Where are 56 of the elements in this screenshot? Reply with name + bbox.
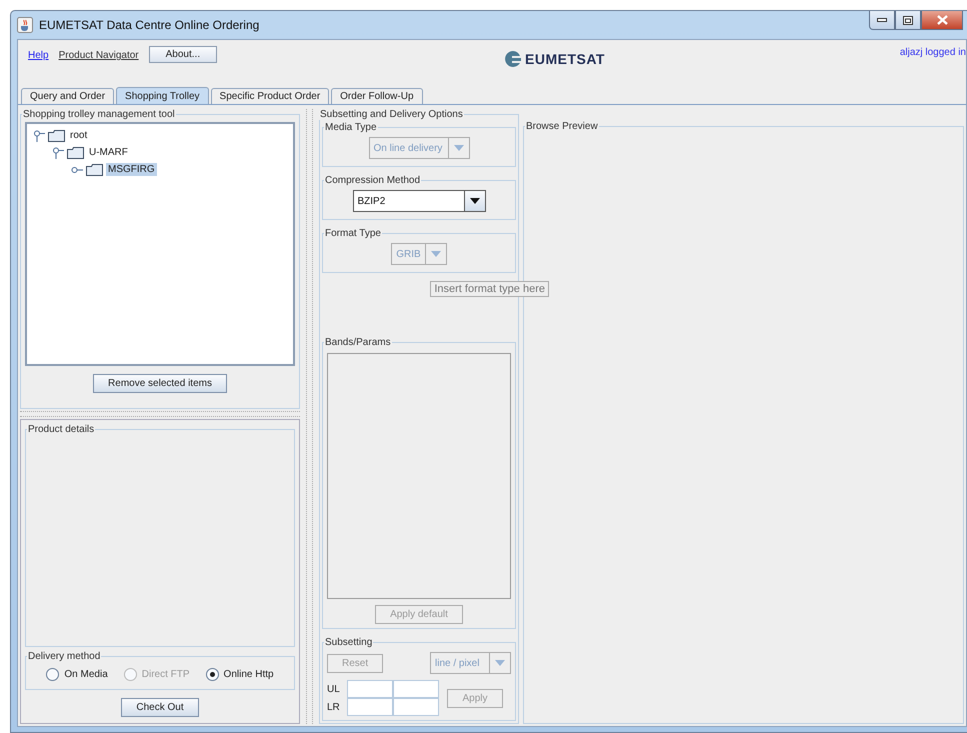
tab[interactable]: Order Follow-Up bbox=[331, 88, 423, 104]
splitter-handle[interactable] bbox=[20, 411, 300, 417]
delivery-radio[interactable]: Online Http bbox=[206, 668, 274, 681]
delivery-radio[interactable]: On Media bbox=[46, 668, 108, 681]
close-icon bbox=[936, 15, 948, 25]
tooltip: Insert format type here bbox=[430, 281, 549, 297]
tab[interactable]: Shopping Trolley bbox=[116, 87, 209, 104]
remove-button[interactable]: Remove selected items bbox=[93, 374, 227, 393]
expanded-handle-icon[interactable] bbox=[52, 146, 64, 158]
radio-icon[interactable] bbox=[46, 668, 60, 681]
folder-icon bbox=[48, 130, 65, 142]
compression-dropdown[interactable]: BZIP2 bbox=[352, 190, 486, 212]
corner-label: LR bbox=[327, 702, 341, 712]
folder-icon bbox=[86, 164, 103, 176]
group-title: Bands/Params bbox=[324, 337, 392, 348]
maximize-button[interactable] bbox=[895, 11, 921, 30]
panel-title: Subsetting and Delivery Options bbox=[319, 109, 464, 120]
splitter-handle[interactable] bbox=[306, 109, 313, 724]
coordinate-field[interactable] bbox=[347, 680, 393, 698]
panel-title: Product details bbox=[27, 424, 96, 435]
group-title: Format Type bbox=[324, 228, 382, 239]
group-title: Delivery method bbox=[27, 651, 102, 662]
maximize-icon bbox=[903, 16, 913, 24]
minimize-icon bbox=[877, 18, 887, 22]
tab[interactable]: Specific Product Order bbox=[210, 88, 330, 104]
tab[interactable]: Query and Order bbox=[21, 88, 114, 104]
group-title: Compression Method bbox=[324, 175, 422, 186]
tree-item[interactable]: root bbox=[68, 129, 90, 142]
coordinate-field[interactable] bbox=[393, 698, 439, 716]
coordinate-field[interactable] bbox=[393, 680, 439, 698]
group-title: Subsetting bbox=[324, 637, 374, 648]
logo-text: EUMETSAT bbox=[525, 51, 605, 67]
dropdown-arrow-icon bbox=[495, 660, 505, 666]
corner-label: UL bbox=[327, 684, 341, 694]
user-status: aljazj logged in bbox=[900, 47, 966, 58]
checkout-button[interactable]: Check Out bbox=[121, 698, 199, 717]
minimize-button[interactable] bbox=[869, 11, 895, 30]
close-button[interactable] bbox=[921, 11, 963, 30]
coordinate-field[interactable] bbox=[347, 698, 393, 716]
folder-icon bbox=[67, 146, 84, 158]
radio-icon[interactable] bbox=[206, 668, 219, 681]
tree-item[interactable]: MSGFIRG bbox=[106, 163, 157, 176]
window-title: EUMETSAT Data Centre Online Ordering bbox=[39, 18, 260, 32]
tree-item[interactable]: U-MARF bbox=[87, 146, 130, 159]
header-link[interactable]: Product Navigator bbox=[58, 50, 139, 61]
panel-title: Shopping trolley management tool bbox=[22, 109, 176, 120]
about-button[interactable]: About... bbox=[148, 46, 218, 63]
expanded-handle-icon[interactable] bbox=[33, 130, 45, 142]
group-title: Media Type bbox=[324, 122, 378, 133]
dropdown-arrow-icon bbox=[430, 251, 441, 257]
logo-icon bbox=[504, 51, 522, 67]
dropdown-arrow-icon bbox=[454, 145, 464, 151]
panel-title: Browse Preview bbox=[525, 121, 599, 132]
dropdown-arrow-icon bbox=[470, 198, 480, 204]
header-link[interactable]: Help bbox=[28, 50, 49, 61]
coffee-cup-icon bbox=[17, 17, 33, 33]
